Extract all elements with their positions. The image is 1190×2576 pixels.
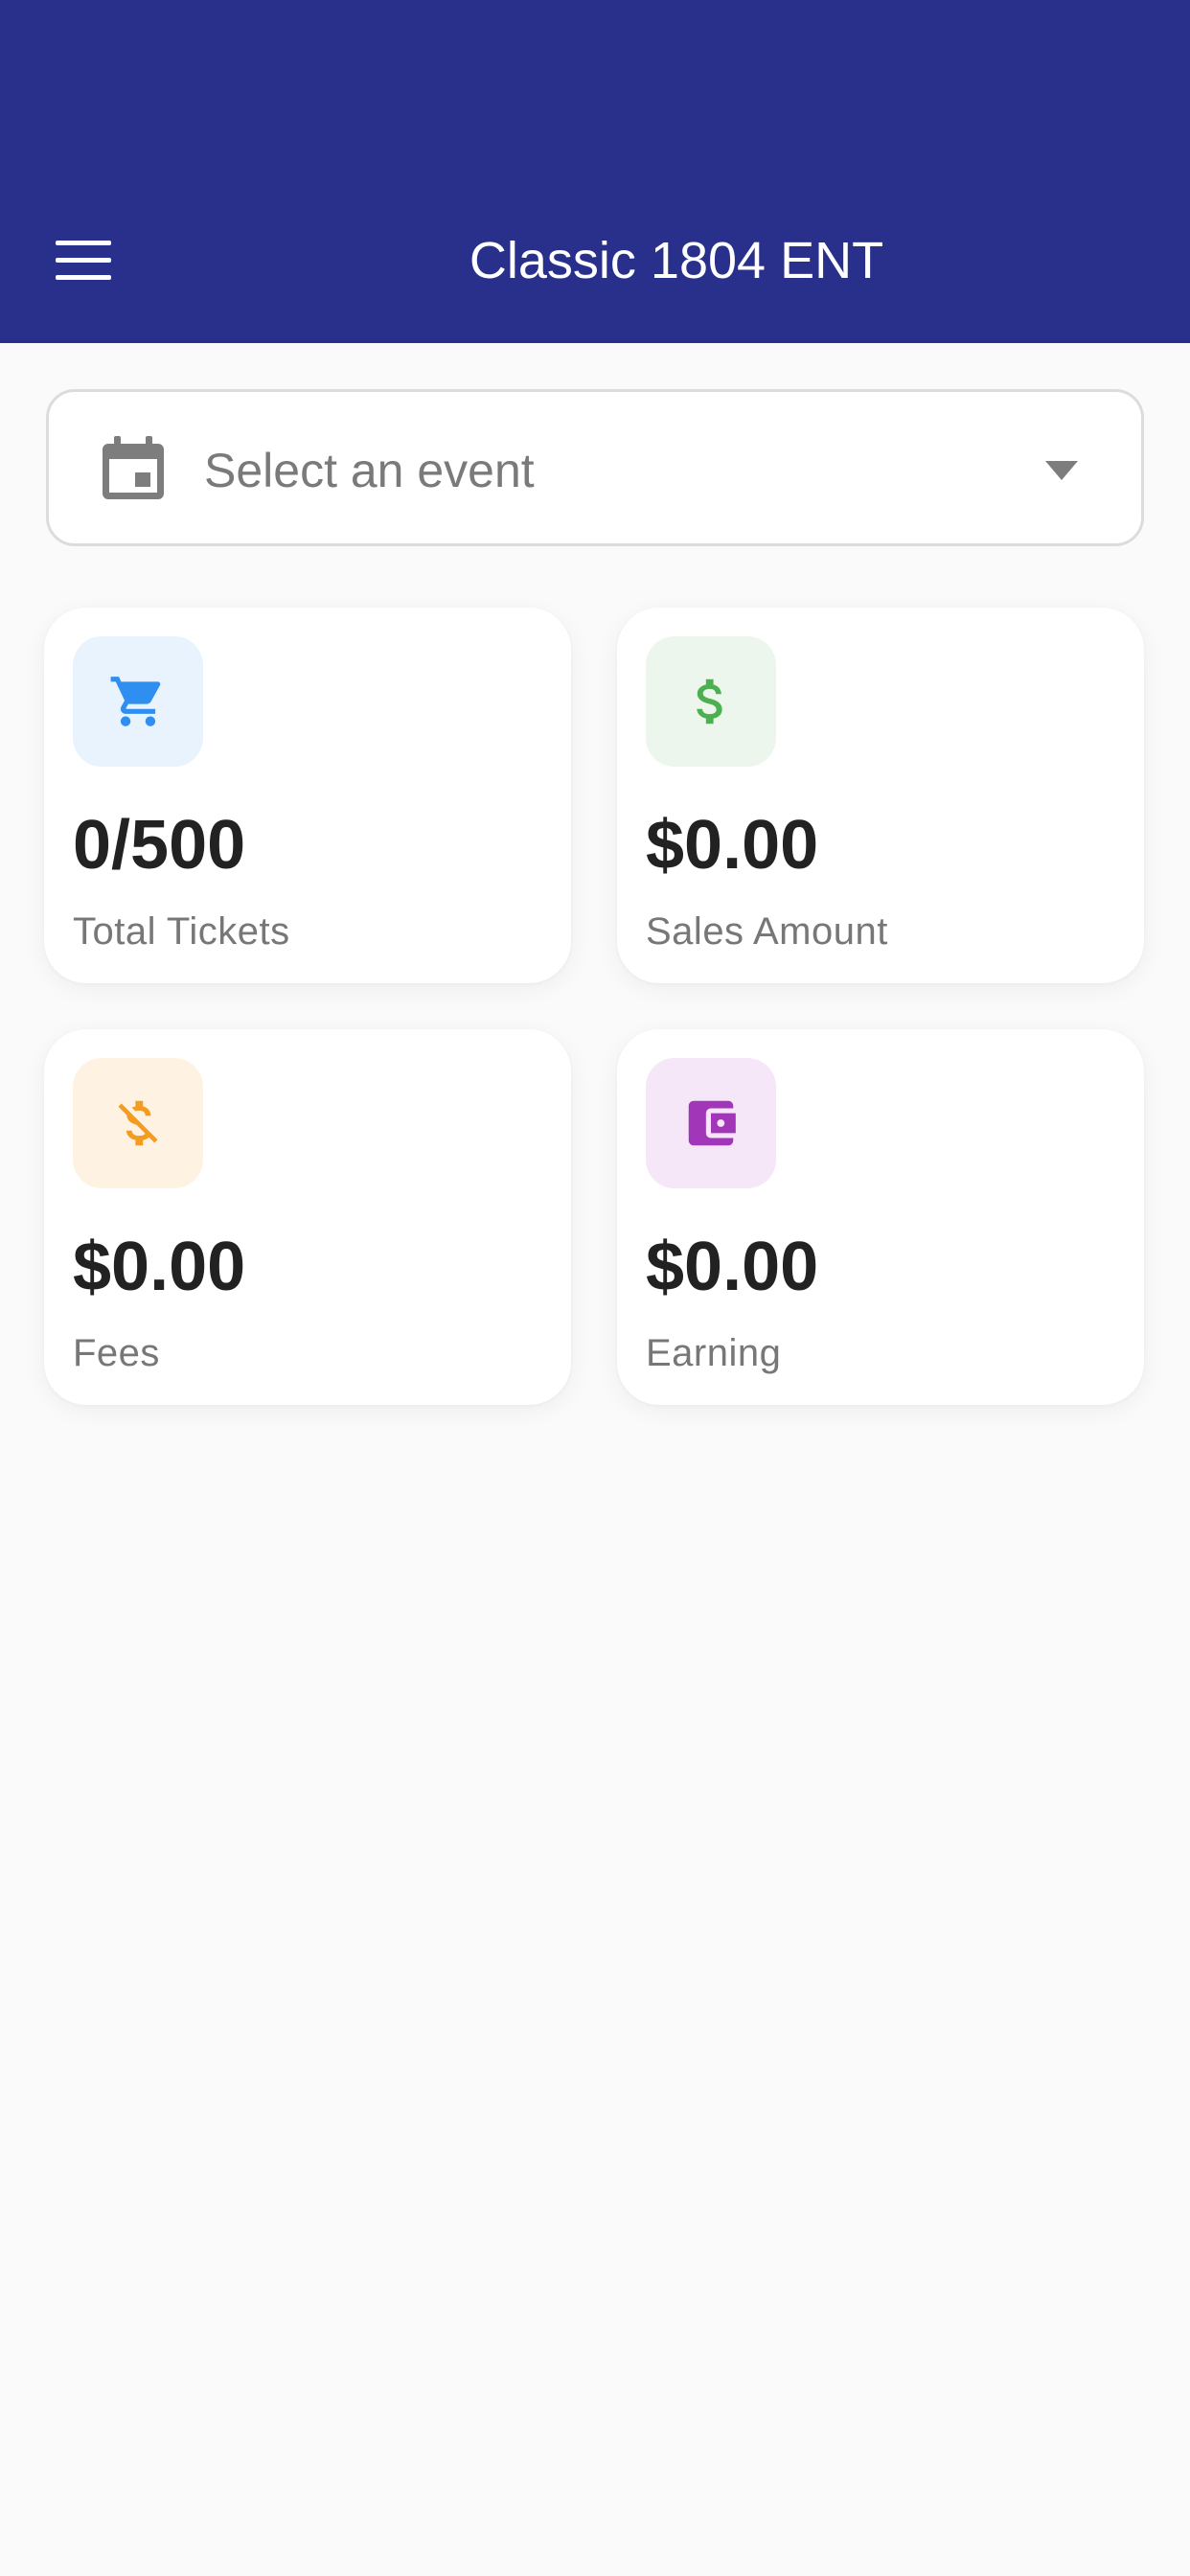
stat-icon-box xyxy=(646,1058,776,1188)
dollar-icon xyxy=(697,678,722,724)
stat-value: $0.00 xyxy=(646,1229,819,1305)
stat-icon-box xyxy=(73,636,203,767)
stat-label: Fees xyxy=(73,1332,160,1374)
stat-card-earning[interactable]: $0.00 Earning xyxy=(617,1029,1144,1405)
dropdown-caret-icon xyxy=(1045,461,1078,480)
stat-label: Sales Amount xyxy=(646,910,888,953)
calendar-icon xyxy=(103,436,164,499)
money-off-icon xyxy=(118,1100,158,1146)
event-select-dropdown[interactable]: Select an event xyxy=(46,389,1144,546)
stat-icon-box xyxy=(73,1058,203,1188)
shopping-cart-icon xyxy=(110,677,161,726)
wallet-icon xyxy=(688,1100,736,1146)
stat-icon-box xyxy=(646,636,776,767)
app-bar: Classic 1804 ENT xyxy=(0,0,1190,343)
app-title: Classic 1804 ENT xyxy=(469,232,884,289)
stat-label: Total Tickets xyxy=(73,910,290,953)
stat-value: $0.00 xyxy=(646,807,819,884)
stat-card-total-tickets[interactable]: 0/500 Total Tickets xyxy=(44,608,571,983)
event-select-placeholder: Select an event xyxy=(204,444,535,497)
stat-label: Earning xyxy=(646,1332,782,1374)
stat-card-fees[interactable]: $0.00 Fees xyxy=(44,1029,571,1405)
stat-value: $0.00 xyxy=(73,1229,246,1305)
stat-card-sales-amount[interactable]: $0.00 Sales Amount xyxy=(617,608,1144,983)
stat-value: 0/500 xyxy=(73,807,246,884)
